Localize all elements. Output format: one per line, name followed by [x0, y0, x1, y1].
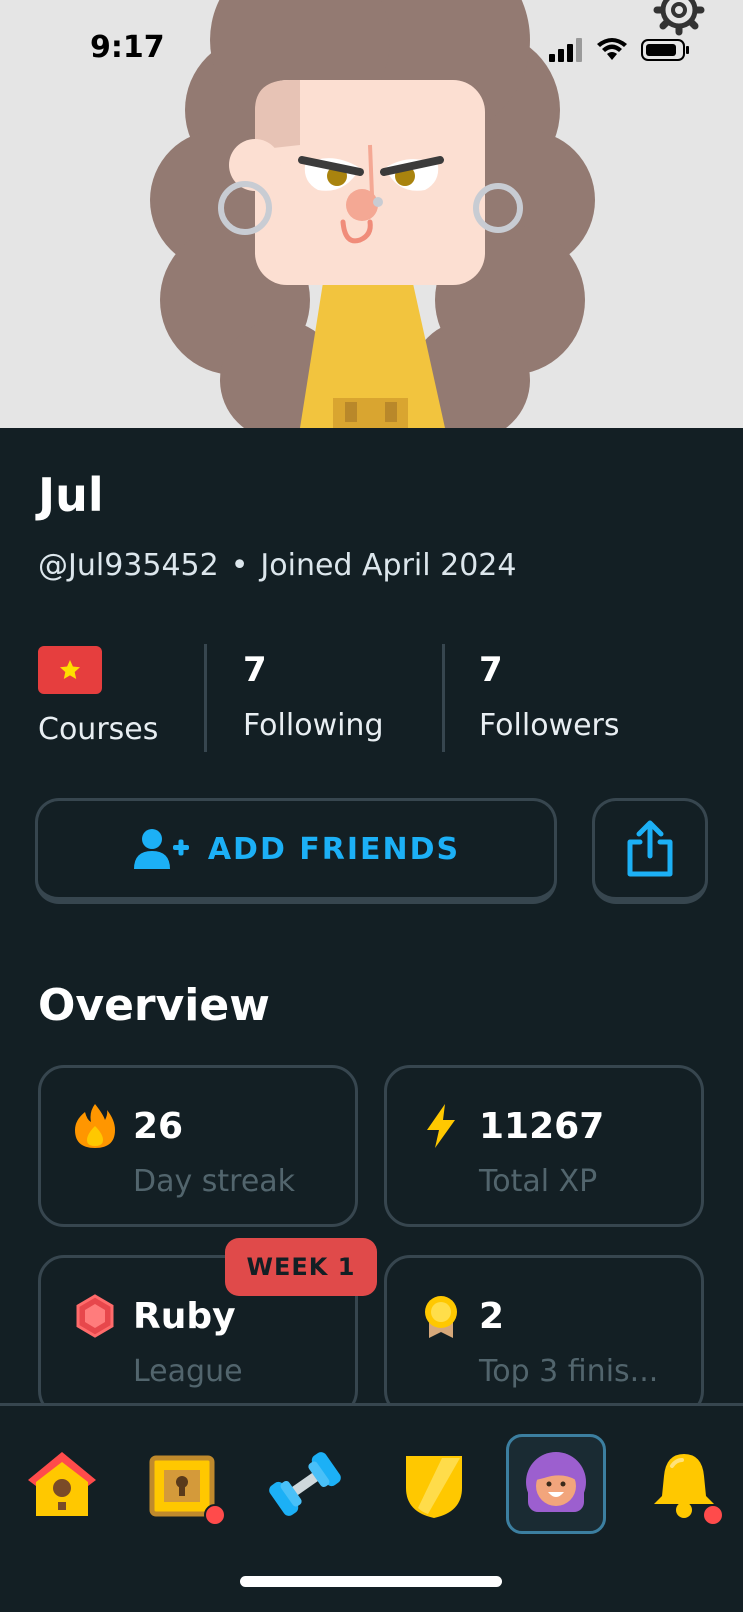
home-indicator[interactable]	[240, 1576, 502, 1587]
profile-meta: @Jul935452 • Joined April 2024	[38, 548, 516, 583]
add-friends-button[interactable]: ADD FRIENDS	[35, 798, 557, 904]
battery-icon	[641, 39, 689, 61]
settings-gear-icon[interactable]	[651, 0, 707, 38]
total-xp-card: 11267 Total XP	[384, 1065, 704, 1227]
wifi-icon	[597, 38, 627, 60]
top3-finishes-card: 2 Top 3 finis...	[384, 1255, 704, 1417]
day-streak-label: Day streak	[133, 1164, 296, 1199]
stats-divider	[442, 644, 445, 752]
home-icon	[28, 1452, 96, 1516]
course-flag-icon	[38, 646, 102, 694]
chest-notification-dot	[204, 1504, 226, 1526]
profile-header-image: 9:17	[0, 0, 743, 428]
stats-divider	[204, 644, 207, 752]
total-xp-label: Total XP	[479, 1164, 598, 1199]
following-stat[interactable]: 7 Following	[243, 640, 384, 752]
add-user-icon	[133, 829, 189, 869]
cellular-signal-icon	[549, 38, 582, 62]
profile-stats: Courses 7 Following 7 Followers	[38, 640, 718, 752]
status-time: 9:17	[90, 30, 165, 65]
dumbbell-icon	[269, 1452, 341, 1516]
day-streak-value: 26	[133, 1106, 184, 1147]
day-streak-card: 26 Day streak	[38, 1065, 358, 1227]
tab-notifications[interactable]	[644, 1444, 724, 1526]
tab-home[interactable]	[22, 1444, 102, 1524]
courses-stat[interactable]: Courses	[38, 640, 158, 752]
tab-chest[interactable]	[142, 1444, 226, 1526]
followers-stat[interactable]: 7 Followers	[479, 640, 620, 752]
tab-profile[interactable]	[506, 1434, 606, 1534]
medal-icon	[425, 1296, 457, 1338]
notifications-dot	[702, 1504, 724, 1526]
week-badge: WEEK 1	[225, 1238, 377, 1296]
tab-practice[interactable]	[265, 1444, 345, 1524]
share-profile-button[interactable]	[592, 798, 708, 904]
avatar-icon	[526, 1452, 586, 1512]
courses-label: Courses	[38, 712, 159, 747]
league-value: Ruby	[133, 1296, 236, 1337]
lightning-icon	[427, 1104, 455, 1148]
top3-value: 2	[479, 1296, 505, 1337]
shield-icon	[406, 1456, 462, 1518]
ruby-gem-icon	[76, 1294, 114, 1338]
profile-display-name: Jul	[38, 468, 104, 522]
tab-leagues[interactable]	[394, 1444, 474, 1524]
top3-label: Top 3 finis...	[479, 1354, 659, 1389]
league-label: League	[133, 1354, 243, 1389]
fire-icon	[75, 1104, 115, 1148]
meta-separator: •	[230, 548, 249, 583]
following-label: Following	[243, 708, 384, 743]
profile-joined-date: Joined April 2024	[260, 548, 517, 583]
status-bar: 9:17	[0, 0, 743, 100]
share-icon	[627, 820, 673, 877]
total-xp-value: 11267	[479, 1106, 605, 1147]
followers-count: 7	[479, 650, 503, 690]
profile-username: @Jul935452	[38, 548, 219, 583]
following-count: 7	[243, 650, 267, 690]
overview-title: Overview	[38, 980, 270, 1031]
followers-label: Followers	[479, 708, 620, 743]
add-friends-label: ADD FRIENDS	[207, 831, 461, 867]
